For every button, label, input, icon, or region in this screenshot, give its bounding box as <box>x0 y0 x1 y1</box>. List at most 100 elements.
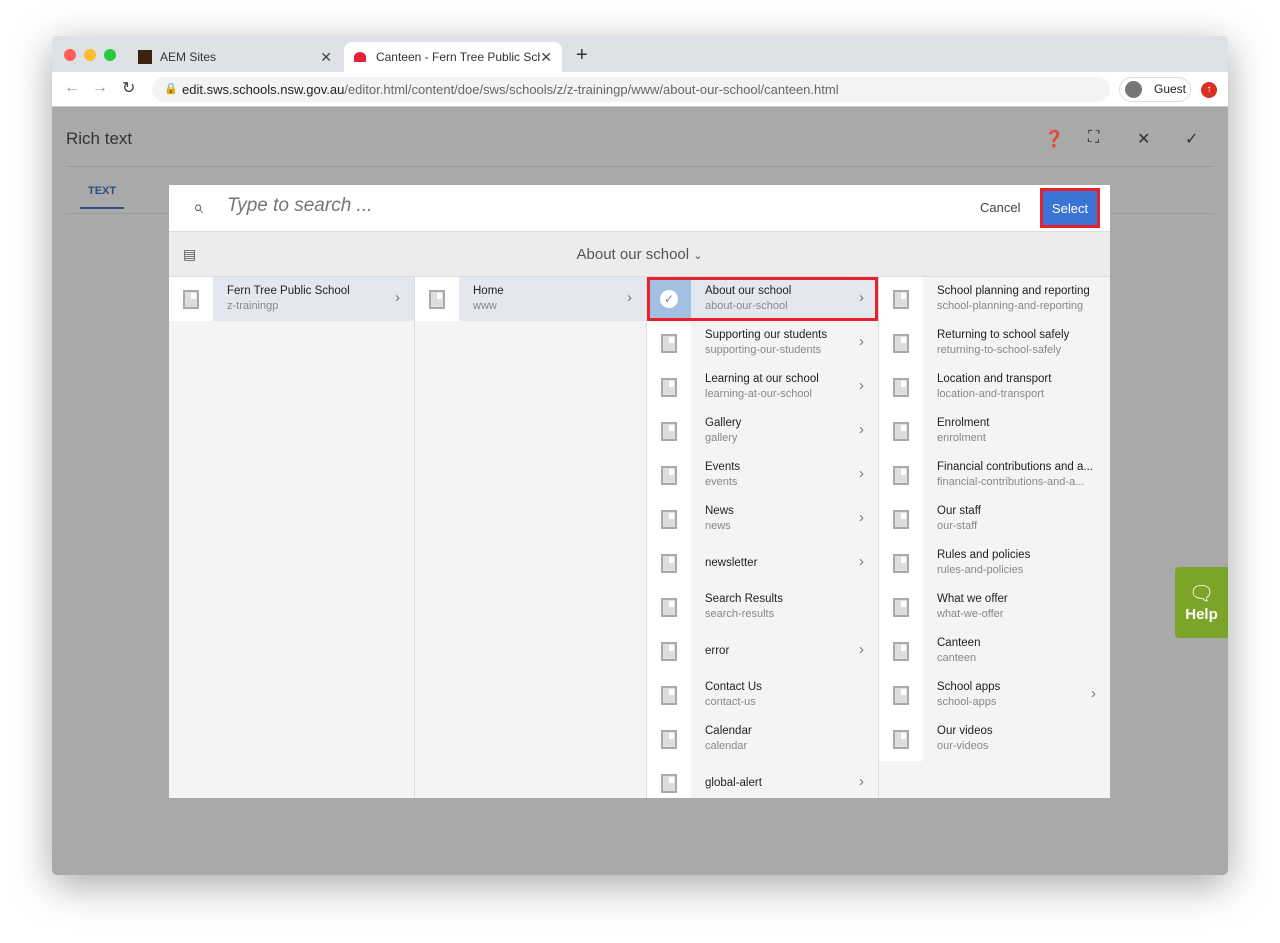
list-item[interactable]: Contact Us contact-us <box>647 673 878 717</box>
item-title: Our staff <box>937 505 981 517</box>
tab-aem-sites[interactable]: AEM Sites ✕ <box>128 42 342 72</box>
help-icon[interactable]: ❓ <box>1044 129 1064 149</box>
list-item[interactable]: global-alert › <box>647 761 878 798</box>
list-item[interactable]: Enrolment enrolment <box>879 409 1110 453</box>
list-item[interactable]: School apps school-apps › <box>879 673 1110 717</box>
page-icon[interactable] <box>879 365 923 409</box>
chevron-right-icon[interactable]: › <box>859 465 864 482</box>
list-item[interactable]: Location and transport location-and-trans… <box>879 365 1110 409</box>
close-tab-icon[interactable]: ✕ <box>320 49 332 66</box>
help-button[interactable]: 🗨 Help <box>1175 567 1228 638</box>
search-input[interactable] <box>227 195 827 217</box>
chevron-down-icon: ⌄ <box>693 250 703 262</box>
list-item[interactable]: Gallery gallery › <box>647 409 878 453</box>
list-item[interactable]: Learning at our school learning-at-our-sc… <box>647 365 878 409</box>
chevron-right-icon[interactable]: › <box>859 641 864 658</box>
update-icon[interactable]: ↑ <box>1201 82 1217 98</box>
list-item[interactable]: Fern Tree Public School z-trainingp › <box>169 277 414 321</box>
item-title: School planning and reporting <box>937 285 1090 297</box>
page-icon[interactable] <box>879 541 923 585</box>
list-item[interactable]: News news › <box>647 497 878 541</box>
back-icon[interactable]: ← <box>64 79 80 97</box>
list-item[interactable]: Returning to school safely returning-to-s… <box>879 321 1110 365</box>
item-name: school-planning-and-reporting <box>937 300 1084 312</box>
page-icon[interactable] <box>879 673 923 717</box>
item-name: school-apps <box>937 696 997 708</box>
page-icon[interactable] <box>879 453 923 497</box>
page-icon[interactable] <box>415 277 459 321</box>
column-1: Fern Tree Public School z-trainingp › <box>169 277 415 798</box>
page-icon[interactable] <box>647 365 691 409</box>
list-item[interactable]: Calendar calendar <box>647 717 878 761</box>
list-item[interactable]: Our staff our-staff <box>879 497 1110 541</box>
chevron-right-icon[interactable]: › <box>627 289 632 306</box>
list-item[interactable]: Events events › <box>647 453 878 497</box>
page-icon[interactable] <box>647 453 691 497</box>
page-icon[interactable] <box>647 321 691 365</box>
list-item[interactable]: School planning and reporting school-plan… <box>879 277 1110 321</box>
list-item[interactable]: error › <box>647 629 878 673</box>
page-icon[interactable] <box>879 585 923 629</box>
tab-label: Canteen - Fern Tree Public Sch <box>375 50 541 64</box>
minimize-window-button[interactable] <box>84 49 96 61</box>
chevron-right-icon[interactable]: › <box>859 377 864 394</box>
chevron-right-icon[interactable]: › <box>859 333 864 350</box>
tab-text[interactable]: TEXT <box>80 185 125 209</box>
list-item[interactable]: Home www › <box>415 277 646 321</box>
item-title: What we offer <box>937 593 1008 605</box>
breadcrumb[interactable]: ▤ About our school ⌄ <box>169 232 1110 277</box>
page-icon[interactable] <box>647 585 691 629</box>
item-title: Rules and policies <box>937 549 1031 561</box>
page-icon[interactable] <box>879 277 923 321</box>
profile-button[interactable]: Guest <box>1119 77 1191 102</box>
close-window-button[interactable] <box>64 49 76 61</box>
page-icon[interactable] <box>647 761 691 798</box>
item-name: our-staff <box>937 520 978 532</box>
page-icon[interactable] <box>879 629 923 673</box>
select-button[interactable]: Select <box>1040 188 1100 228</box>
rail-toggle-icon[interactable]: ▤ <box>183 232 196 277</box>
list-item[interactable]: What we offer what-we-offer <box>879 585 1110 629</box>
done-icon[interactable]: ✓ <box>1185 129 1198 149</box>
page-icon[interactable] <box>169 277 213 321</box>
chevron-right-icon[interactable]: › <box>1091 685 1096 702</box>
chat-icon: 🗨 <box>1188 583 1215 605</box>
chevron-right-icon[interactable]: › <box>859 553 864 570</box>
page-icon[interactable] <box>647 717 691 761</box>
close-tab-icon[interactable]: ✕ <box>540 49 552 66</box>
list-item[interactable]: ✓ About our school about-our-school › <box>647 277 878 321</box>
list-item[interactable]: Supporting our students supporting-our-st… <box>647 321 878 365</box>
cancel-button[interactable]: Cancel <box>980 200 1020 215</box>
new-tab-button[interactable]: + <box>576 44 588 67</box>
close-icon[interactable]: ✕ <box>1137 129 1150 149</box>
list-item[interactable]: Canteen canteen <box>879 629 1110 673</box>
list-item[interactable]: newsletter › <box>647 541 878 585</box>
forward-icon[interactable]: → <box>92 79 108 97</box>
page-icon[interactable] <box>647 629 691 673</box>
page-icon[interactable] <box>647 673 691 717</box>
list-item[interactable]: Financial contributions and a... financia… <box>879 453 1110 497</box>
tab-canteen[interactable]: Canteen - Fern Tree Public Sch ✕ <box>344 42 562 72</box>
chevron-right-icon[interactable]: › <box>859 289 864 306</box>
page-icon[interactable] <box>879 717 923 761</box>
list-item[interactable]: Our videos our-videos <box>879 717 1110 761</box>
page-icon[interactable] <box>647 409 691 453</box>
list-item[interactable]: Rules and policies rules-and-policies <box>879 541 1110 585</box>
fullscreen-icon[interactable]: ⛶ <box>1088 129 1099 147</box>
page-icon[interactable] <box>647 541 691 585</box>
reload-icon[interactable]: ↻ <box>122 78 135 98</box>
url-input[interactable]: 🔒 edit.sws.schools.nsw.gov.au/editor.html… <box>152 77 1110 102</box>
page-icon[interactable] <box>879 409 923 453</box>
checked-icon[interactable]: ✓ <box>647 277 691 321</box>
chevron-right-icon[interactable]: › <box>859 773 864 790</box>
page-icon[interactable] <box>879 497 923 541</box>
page-icon[interactable] <box>647 497 691 541</box>
column-2: Home www › <box>415 277 647 798</box>
page-icon[interactable] <box>879 321 923 365</box>
chevron-right-icon[interactable]: › <box>859 509 864 526</box>
column-3: ✓ About our school about-our-school › Sup… <box>647 277 879 798</box>
maximize-window-button[interactable] <box>104 49 116 61</box>
chevron-right-icon[interactable]: › <box>859 421 864 438</box>
list-item[interactable]: Search Results search-results <box>647 585 878 629</box>
chevron-right-icon[interactable]: › <box>395 289 400 306</box>
